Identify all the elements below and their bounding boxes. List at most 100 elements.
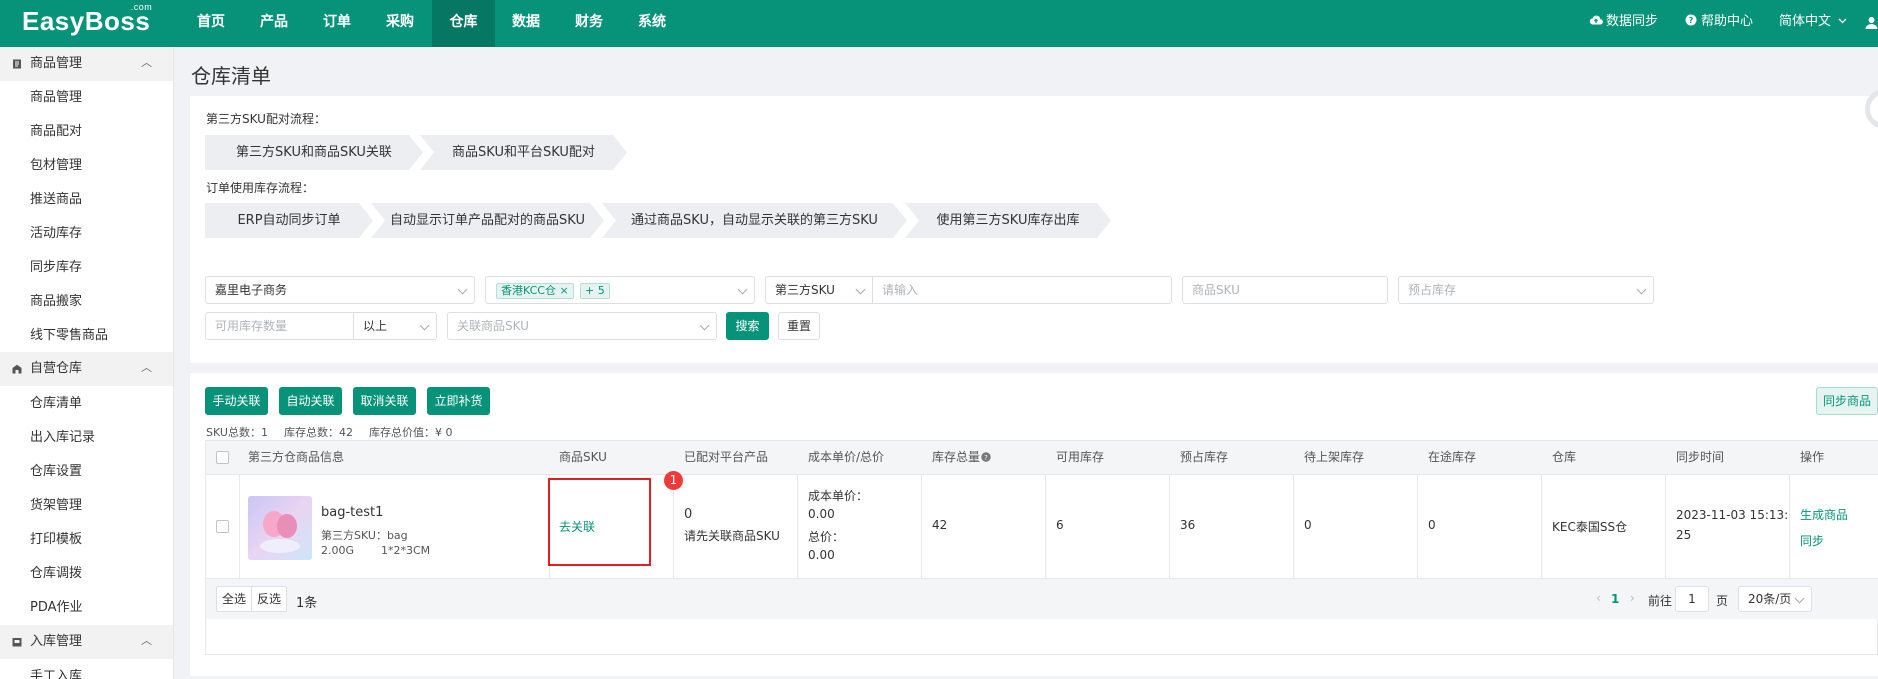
- warehouse-select[interactable]: 香港KCC仓 × + 5: [485, 276, 755, 304]
- nav-item-system[interactable]: 系统: [626, 0, 678, 47]
- cancel-link-button[interactable]: 取消关联: [353, 387, 416, 415]
- product-sku-input[interactable]: 商品SKU: [1182, 276, 1388, 304]
- table-header: 第三方仓商品信息 商品SKU 已配对平台产品 成本单价/总价 库存总量? 可用库…: [206, 441, 1878, 474]
- th-cost: 成本单价/总价: [808, 450, 885, 464]
- invert-selection-button[interactable]: 反选: [251, 586, 287, 612]
- data-sync-link[interactable]: 数据同步: [1589, 0, 1658, 47]
- warehouse-more-tag: + 5: [580, 283, 610, 299]
- row-checkbox[interactable]: [216, 520, 229, 533]
- sidebar-item-warehouse-settings[interactable]: 仓库设置: [30, 463, 82, 481]
- select-all-checkbox[interactable]: [216, 451, 229, 464]
- available-qty-input[interactable]: 可用库存数量: [205, 312, 354, 340]
- chevron-up-icon: ︿: [141, 634, 152, 647]
- stock-value-label: 库存总价值：: [368, 426, 435, 439]
- sku-type-select[interactable]: 第三方SKU: [765, 276, 873, 304]
- sidebar-item-packaging[interactable]: 包材管理: [30, 157, 82, 175]
- flow2-step-4: 使用第三方SKU库存出库: [905, 203, 1111, 238]
- sidebar-item-sync-stock[interactable]: 同步库存: [30, 259, 82, 277]
- sidebar-group-own-warehouse[interactable]: 自营仓库 ︿: [0, 352, 173, 386]
- sync-time-line1: 2023-11-03 15:13:: [1676, 508, 1789, 522]
- sidebar-item-shelf-management[interactable]: 货架管理: [30, 497, 82, 515]
- nav-item-purchase[interactable]: 采购: [374, 0, 426, 47]
- sidebar-item-campaign-stock[interactable]: 活动库存: [30, 225, 82, 243]
- user-icon[interactable]: [1865, 16, 1878, 29]
- generate-product-link[interactable]: 生成商品: [1800, 506, 1848, 523]
- sidebar-item-product-pairing[interactable]: 商品配对: [30, 123, 82, 141]
- product-weight: 2.00G: [321, 544, 355, 557]
- sidebar: 商品管理 ︿ 商品管理 商品配对 包材管理 推送商品 活动库存 同步库存 商品搬…: [0, 47, 174, 679]
- sidebar-item-product-management[interactable]: 商品管理: [30, 89, 82, 107]
- page-size-select[interactable]: 20条/页: [1738, 586, 1812, 612]
- next-page-icon[interactable]: ›: [1630, 591, 1635, 605]
- nav-item-warehouse[interactable]: 仓库: [432, 0, 495, 47]
- help-circle-icon[interactable]: ?: [981, 452, 991, 462]
- help-center-label: 帮助中心: [1701, 14, 1754, 29]
- nav-item-orders[interactable]: 订单: [311, 0, 363, 47]
- sync-products-button[interactable]: 同步商品: [1816, 387, 1878, 415]
- th-pending-shelf: 待上架库存: [1304, 450, 1365, 464]
- sync-link[interactable]: 同步: [1800, 532, 1824, 549]
- sidebar-item-pda[interactable]: PDA作业: [30, 599, 83, 617]
- total-cost: 0.00: [808, 548, 835, 562]
- sidebar-item-warehouse-list[interactable]: 仓库清单: [30, 395, 82, 413]
- svg-text:?: ?: [984, 454, 988, 462]
- th-third-party-info: 第三方仓商品信息: [248, 450, 345, 464]
- company-select[interactable]: 嘉里电子商务: [205, 276, 475, 304]
- flow2-step-2: 自动显示订单产品配对的商品SKU: [371, 203, 604, 238]
- close-icon[interactable]: ×: [559, 284, 568, 297]
- company-value: 嘉里电子商务: [215, 283, 288, 297]
- reserved-stock-select[interactable]: 预占库存: [1398, 276, 1654, 304]
- th-sync-time: 同步时间: [1676, 450, 1725, 464]
- nav-item-products[interactable]: 产品: [248, 0, 300, 47]
- auto-link-button[interactable]: 自动关联: [279, 387, 342, 415]
- sync-time-line2: 25: [1676, 528, 1692, 542]
- sidebar-item-offline-retail[interactable]: 线下零售商品: [30, 327, 108, 345]
- restock-button[interactable]: 立即补货: [427, 387, 490, 415]
- go-link-button[interactable]: 去关联: [559, 518, 595, 535]
- page-number[interactable]: 1: [1611, 592, 1619, 606]
- nav-item-finance[interactable]: 财务: [563, 0, 615, 47]
- warehouse-tag[interactable]: 香港KCC仓 ×: [496, 283, 574, 299]
- th-stock-total: 库存总量?: [932, 441, 991, 474]
- stock-total-label: 库存总数：: [283, 426, 339, 439]
- top-navbar: EasyBoss .com 首页 产品 订单 采购 仓库 数据 财务 系统 数据同…: [0, 0, 1878, 47]
- sku-total: 1: [260, 426, 268, 439]
- product-thumbnail[interactable]: [248, 496, 312, 560]
- sidebar-item-warehouse-transfer[interactable]: 仓库调拨: [30, 565, 82, 583]
- th-operations: 操作: [1800, 450, 1825, 464]
- sidebar-group-product-management[interactable]: 商品管理 ︿: [0, 47, 173, 81]
- stats-bar: SKU总数：1 库存总数：42 库存总价值：¥ 0: [206, 424, 452, 440]
- table-row: bag-test1 第三方SKU：bag 2.00G 1*2*3CM 去关联 1…: [206, 471, 1878, 579]
- compare-select[interactable]: 以上: [353, 312, 437, 340]
- chevron-down-icon: [457, 284, 468, 295]
- nav-item-home[interactable]: 首页: [185, 0, 237, 47]
- help-center-link[interactable]: ? 帮助中心: [1685, 0, 1753, 47]
- sidebar-item-print-templates[interactable]: 打印模板: [30, 531, 82, 549]
- sidebar-item-push-products[interactable]: 推送商品: [30, 191, 82, 209]
- reset-button[interactable]: 重置: [778, 312, 820, 340]
- sidebar-item-manual-inbound[interactable]: 手工入库: [30, 668, 82, 679]
- select-all-button[interactable]: 全选: [216, 586, 252, 612]
- sidebar-item-product-move[interactable]: 商品搬家: [30, 293, 82, 311]
- nav-item-data[interactable]: 数据: [500, 0, 552, 47]
- compare-value: 以上: [363, 319, 388, 333]
- flow1-step-2: 商品SKU和平台SKU配对: [420, 135, 627, 170]
- manual-link-button[interactable]: 手动关联: [205, 387, 268, 415]
- linked-sku-select[interactable]: 关联商品SKU: [447, 312, 717, 340]
- sidebar-group-inbound-management[interactable]: 入库管理 ︿: [0, 625, 173, 659]
- language-selector[interactable]: 简体中文: [1779, 0, 1847, 47]
- logo[interactable]: EasyBoss .com: [22, 2, 152, 37]
- paired-hint: 请先关联商品SKU: [684, 529, 780, 543]
- inbound-box-icon: [12, 638, 22, 647]
- available-value: 6: [1056, 518, 1064, 532]
- chevron-up-icon: ︿: [141, 361, 152, 374]
- unit-cost-label: 成本单价：: [808, 489, 869, 503]
- paired-count: 0: [684, 507, 693, 522]
- search-button[interactable]: 搜索: [726, 312, 769, 340]
- keyword-input[interactable]: 请输入: [872, 276, 1172, 304]
- goto-page-input[interactable]: 1: [1675, 586, 1709, 612]
- prev-page-icon[interactable]: ‹: [1596, 591, 1601, 605]
- main-content: 仓库清单 第三方SKU配对流程： 第三方SKU和商品SKU关联 商品SKU和平台…: [175, 47, 1878, 679]
- flow1-label: 第三方SKU配对流程：: [206, 112, 326, 126]
- sidebar-item-inout-records[interactable]: 出入库记录: [30, 429, 95, 447]
